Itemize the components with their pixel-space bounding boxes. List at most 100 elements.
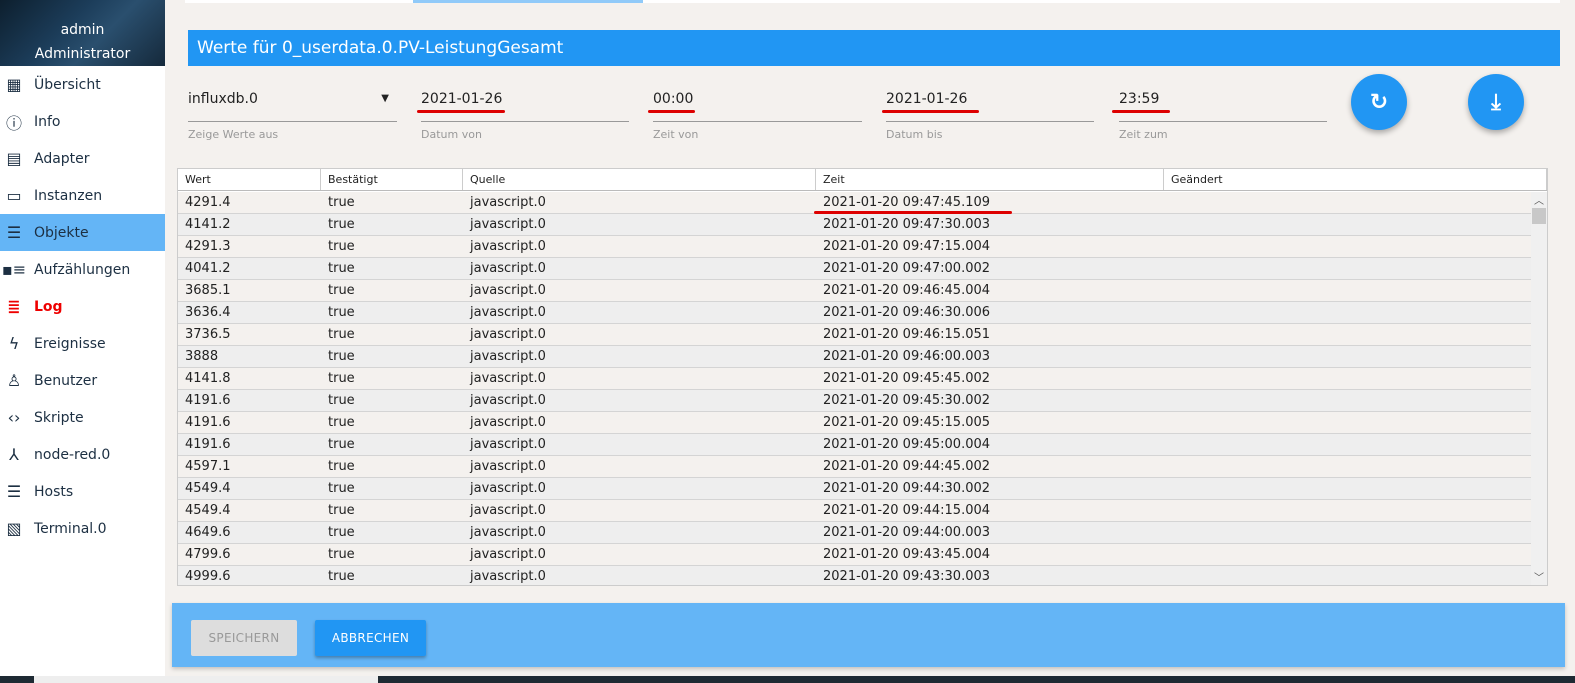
table-cell: true	[328, 503, 355, 518]
table-row[interactable]: 4191.6 true javascript.0 2021-01-20 09:45:1…	[178, 412, 1531, 434]
sidebar-item-label: Objekte	[34, 224, 89, 241]
sidebar-item-node-red-0[interactable]: ⅄ node-red.0	[0, 436, 165, 473]
save-button[interactable]: SPEICHERN	[191, 620, 297, 656]
user-role: Administrator	[34, 46, 131, 62]
sidebar-item-label: Übersicht	[34, 76, 101, 93]
scroll-up-icon[interactable]: ︿	[1531, 192, 1547, 208]
table-row[interactable]: 4191.6 true javascript.0 2021-01-20 09:45:0…	[178, 434, 1531, 456]
column-header[interactable]: Quelle	[463, 169, 816, 190]
sidebar-item-instanzen[interactable]: ▭ Instanzen	[0, 177, 165, 214]
table-cell: 2021-01-20 09:44:45.002	[823, 459, 991, 474]
date-from-field[interactable]: 2021-01-26 Datum von	[421, 88, 629, 148]
table-cell: javascript.0	[470, 305, 546, 320]
time-to-field[interactable]: 23:59 Zeit zum	[1119, 88, 1327, 148]
table-cell: true	[328, 217, 355, 232]
table-row[interactable]: 4549.4 true javascript.0 2021-01-20 09:44:3…	[178, 478, 1531, 500]
table-cell: javascript.0	[470, 239, 546, 254]
sidebar-item-ereignisse[interactable]: ϟ Ereignisse	[0, 325, 165, 362]
table-row[interactable]: 4141.8 true javascript.0 2021-01-20 09:45:4…	[178, 368, 1531, 390]
table-cell: javascript.0	[470, 503, 546, 518]
table-cell: true	[328, 283, 355, 298]
download-icon: ⤓	[1491, 89, 1501, 115]
table-cell: 4141.8	[185, 371, 231, 386]
table-row[interactable]: 4041.2 true javascript.0 2021-01-20 09:47:0…	[178, 258, 1531, 280]
table-row[interactable]: 4549.4 true javascript.0 2021-01-20 09:44:1…	[178, 500, 1531, 522]
instance-label: Zeige Werte aus	[188, 128, 279, 141]
table-cell: javascript.0	[470, 393, 546, 408]
user-icon: ♙	[6, 371, 22, 390]
table-row[interactable]: 4799.6 true javascript.0 2021-01-20 09:43:4…	[178, 544, 1531, 566]
user-header: admin Administrator	[0, 0, 165, 66]
sidebar-item-terminal-0[interactable]: ▧ Terminal.0	[0, 510, 165, 547]
table-cell	[1164, 214, 1531, 235]
table-cell	[1164, 302, 1531, 323]
table-cell	[1164, 478, 1531, 499]
sidebar-item-skripte[interactable]: ‹› Skripte	[0, 399, 165, 436]
scrollbar[interactable]: ︿ ﹀	[1531, 192, 1547, 585]
table-cell: 4141.2	[185, 217, 231, 232]
sidebar-item-aufz-hlungen[interactable]: ▪≡ Aufzählungen	[0, 251, 165, 288]
table-cell: 2021-01-20 09:44:00.003	[823, 525, 991, 540]
column-header[interactable]: Geändert	[1164, 169, 1547, 190]
sidebar-item-hosts[interactable]: ☰ Hosts	[0, 473, 165, 510]
table-cell: 2021-01-20 09:45:00.004	[823, 437, 991, 452]
column-header[interactable]: Zeit	[816, 169, 1164, 190]
column-header[interactable]: Wert	[178, 169, 321, 190]
table-cell	[1164, 500, 1531, 521]
refresh-button[interactable]: ↻	[1351, 74, 1407, 130]
column-header[interactable]: Bestätigt	[321, 169, 463, 190]
sidebar-item-label: node-red.0	[34, 446, 111, 463]
table-row[interactable]: 4999.6 true javascript.0 2021-01-20 09:43:3…	[178, 566, 1531, 585]
table-cell: 4549.4	[185, 503, 231, 518]
table-row[interactable]: 3888 true javascript.0 2021-01-20 09:46:00.…	[178, 346, 1531, 368]
table-cell	[1164, 412, 1531, 433]
time-from-field[interactable]: 00:00 Zeit von	[653, 88, 862, 148]
sidebar-item-adapter[interactable]: ▤ Adapter	[0, 140, 165, 177]
table-cell: 4597.1	[185, 459, 231, 474]
table-row[interactable]: 3736.5 true javascript.0 2021-01-20 09:46:1…	[178, 324, 1531, 346]
table-row[interactable]: 4649.6 true javascript.0 2021-01-20 09:44:0…	[178, 522, 1531, 544]
table-cell: 4999.6	[185, 569, 231, 584]
sidebar-item-label: Benutzer	[34, 372, 98, 389]
scroll-thumb[interactable]	[1532, 208, 1546, 224]
table-row[interactable]: 4291.3 true javascript.0 2021-01-20 09:47:1…	[178, 236, 1531, 258]
sidebar-item-label: Log	[34, 298, 63, 315]
table-cell: javascript.0	[470, 481, 546, 496]
table-row[interactable]: 3636.4 true javascript.0 2021-01-20 09:46:3…	[178, 302, 1531, 324]
table-row[interactable]: 3685.1 true javascript.0 2021-01-20 09:46:4…	[178, 280, 1531, 302]
sidebar-item-label: Adapter	[34, 150, 90, 167]
sidebar-item-benutzer[interactable]: ♙ Benutzer	[0, 362, 165, 399]
enum-icon: ▪≡	[1, 260, 27, 279]
table-cell	[1164, 346, 1531, 367]
terminal-image-icon: ▧	[6, 519, 22, 538]
sidebar-item-info[interactable]: ⓘ Info	[0, 103, 165, 140]
table-cell: 4291.4	[185, 195, 231, 210]
cancel-button[interactable]: ABBRECHEN	[315, 620, 426, 656]
download-button[interactable]: ⤓	[1468, 74, 1524, 130]
table-row[interactable]: 4191.6 true javascript.0 2021-01-20 09:45:3…	[178, 390, 1531, 412]
table-cell: 2021-01-20 09:45:45.002	[823, 371, 991, 386]
table-row[interactable]: 4597.1 true javascript.0 2021-01-20 09:44:4…	[178, 456, 1531, 478]
sidebar-item--bersicht[interactable]: ▦ Übersicht	[0, 66, 165, 103]
table-row[interactable]: 4141.2 true javascript.0 2021-01-20 09:47:3…	[178, 214, 1531, 236]
date-from-label: Datum von	[421, 128, 482, 141]
date-to-field[interactable]: 2021-01-26 Datum bis	[886, 88, 1094, 148]
sidebar-item-objekte[interactable]: ☰ Objekte	[0, 214, 165, 251]
table-cell: 2021-01-20 09:46:30.006	[823, 305, 991, 320]
instance-value: influxdb.0	[188, 91, 258, 107]
table-cell: 3636.4	[185, 305, 231, 320]
sidebar-item-log[interactable]: ≣ Log	[0, 288, 165, 325]
table-cell: 4291.3	[185, 239, 231, 254]
table-cell: javascript.0	[470, 195, 546, 210]
flash-icon: ϟ	[8, 334, 20, 353]
table-cell: javascript.0	[470, 415, 546, 430]
instance-select[interactable]: influxdb.0 ▼ Zeige Werte aus	[188, 88, 397, 148]
table-cell: 4649.6	[185, 525, 231, 540]
table-cell: true	[328, 239, 355, 254]
table-cell	[1164, 280, 1531, 301]
table-cell	[1164, 456, 1531, 477]
table-cell: javascript.0	[470, 217, 546, 232]
table-cell: true	[328, 459, 355, 474]
code-icon: ‹›	[7, 408, 21, 427]
scroll-down-icon[interactable]: ﹀	[1531, 569, 1547, 585]
